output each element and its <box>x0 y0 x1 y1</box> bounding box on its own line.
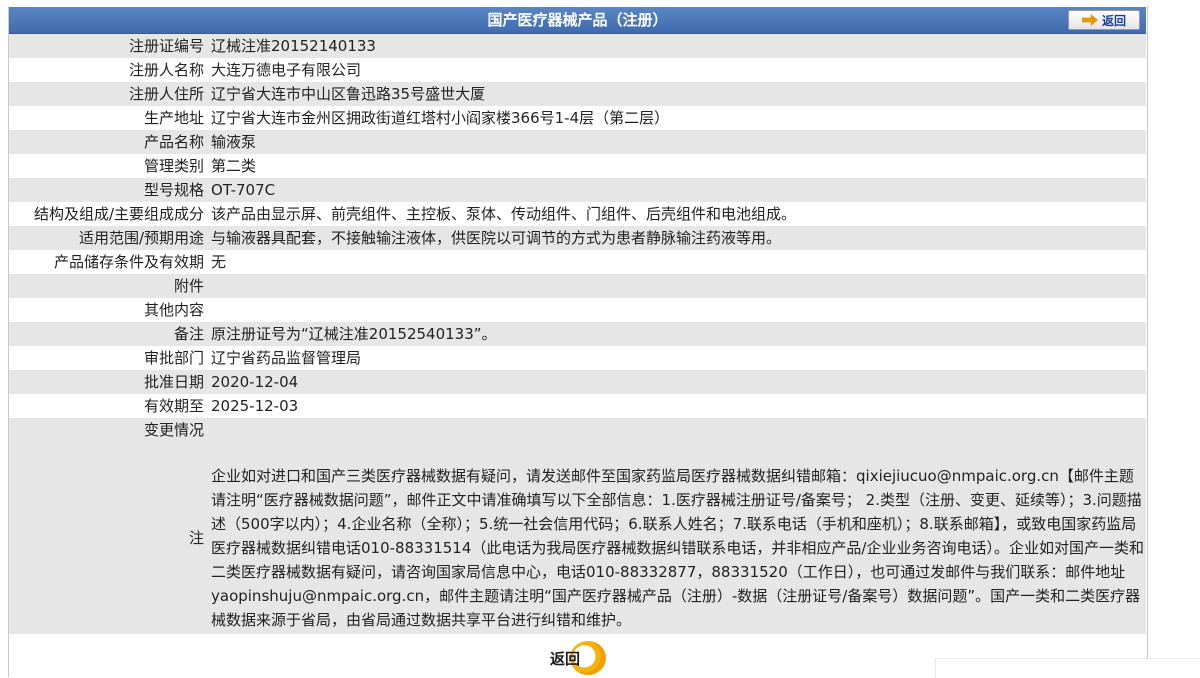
back-button-bottom[interactable]: 返回 <box>548 641 608 675</box>
table-row: 注册人名称 大连万德电子有限公司 <box>9 58 1146 82</box>
page-title: 国产医疗器械产品（注册） <box>487 11 668 29</box>
field-label: 注册人名称 <box>9 58 211 82</box>
field-value: 大连万德电子有限公司 <box>211 58 1146 82</box>
field-label: 结构及组成/主要组成成分 <box>9 202 211 226</box>
field-value: 辽宁省药品监督管理局 <box>211 346 1146 370</box>
field-label: 审批部门 <box>9 346 211 370</box>
field-value: 输液泵 <box>211 130 1146 154</box>
title-bar: 国产医疗器械产品（注册） 返回 <box>9 7 1146 34</box>
field-value: 与输液器具配套，不接触输注液体，供医院以可调节的方式为患者静脉输注药液等用。 <box>211 226 1146 250</box>
field-value <box>211 298 1146 322</box>
table-row: 结构及组成/主要组成成分 该产品由显示屏、前壳组件、主控板、泵体、传动组件、门组件… <box>9 202 1146 226</box>
field-label: 生产地址 <box>9 106 211 130</box>
table-row: 产品名称 输液泵 <box>9 130 1146 154</box>
note-row: 注企业如对进口和国产三类医疗器械数据有疑问，请发送邮件至国家药监局医疗器械数据纠… <box>9 442 1146 634</box>
field-label: 产品储存条件及有效期 <box>9 250 211 274</box>
field-label: 适用范围/预期用途 <box>9 226 211 250</box>
field-label: 型号规格 <box>9 178 211 202</box>
arrow-right-icon <box>1081 14 1098 26</box>
note-text: 企业如对进口和国产三类医疗器械数据有疑问，请发送邮件至国家药监局医疗器械数据纠错… <box>211 442 1146 634</box>
table-row: 注册人住所 辽宁省大连市中山区鲁迅路35号盛世大厦 <box>9 82 1146 106</box>
back-button-bottom-label: 返回 <box>550 650 581 668</box>
field-label: 管理类别 <box>9 154 211 178</box>
field-label: 产品名称 <box>9 130 211 154</box>
table-row: 变更情况 <box>9 418 1146 442</box>
table-row: 有效期至 2025-12-03 <box>9 394 1146 418</box>
table-row: 批准日期 2020-12-04 <box>9 370 1146 394</box>
detail-table: 注册证编号 辽械注准20152140133 注册人名称 大连万德电子有限公司 注册人住所… <box>9 34 1146 634</box>
field-value: 第二类 <box>211 154 1146 178</box>
back-button-top[interactable]: 返回 <box>1068 10 1140 30</box>
field-label: 注册证编号 <box>9 34 211 58</box>
field-value: OT-707C <box>211 178 1146 202</box>
field-label: 其他内容 <box>9 298 211 322</box>
field-value: 该产品由显示屏、前壳组件、主控板、泵体、传动组件、门组件、后壳组件和电池组成。 <box>211 202 1146 226</box>
corner-panel <box>935 658 1200 678</box>
field-value: 辽宁省大连市金州区拥政街道红塔村小阎家楼366号1-4层（第二层） <box>211 106 1146 130</box>
table-row: 型号规格 OT-707C <box>9 178 1146 202</box>
table-row: 生产地址 辽宁省大连市金州区拥政街道红塔村小阎家楼366号1-4层（第二层） <box>9 106 1146 130</box>
back-button-label: 返回 <box>1101 13 1126 28</box>
table-row: 适用范围/预期用途 与输液器具配套，不接触输注液体，供医院以可调节的方式为患者静脉… <box>9 226 1146 250</box>
note-label: 注 <box>9 442 211 634</box>
field-label: 注册人住所 <box>9 82 211 106</box>
field-label: 变更情况 <box>9 418 211 442</box>
table-row: 产品储存条件及有效期无 <box>9 250 1146 274</box>
field-label: 批准日期 <box>9 370 211 394</box>
table-row: 其他内容 <box>9 298 1146 322</box>
table-row: 注册证编号 辽械注准20152140133 <box>9 34 1146 58</box>
field-value: 无 <box>211 250 1146 274</box>
field-value <box>211 274 1146 298</box>
field-value: 2025-12-03 <box>211 394 1146 418</box>
field-value <box>211 418 1146 442</box>
table-row: 管理类别 第二类 <box>9 154 1146 178</box>
table-row: 审批部门 辽宁省药品监督管理局 <box>9 346 1146 370</box>
table-row: 附件 <box>9 274 1146 298</box>
field-label: 备注 <box>9 322 211 346</box>
field-value: 原注册证号为“辽械注准20152540133”。 <box>211 322 1146 346</box>
field-value: 2020-12-04 <box>211 370 1146 394</box>
field-label: 附件 <box>9 274 211 298</box>
table-row: 备注 原注册证号为“辽械注准20152540133”。 <box>9 322 1146 346</box>
field-value: 辽械注准20152140133 <box>211 34 1146 58</box>
field-label: 有效期至 <box>9 394 211 418</box>
field-value: 辽宁省大连市中山区鲁迅路35号盛世大厦 <box>211 82 1146 106</box>
